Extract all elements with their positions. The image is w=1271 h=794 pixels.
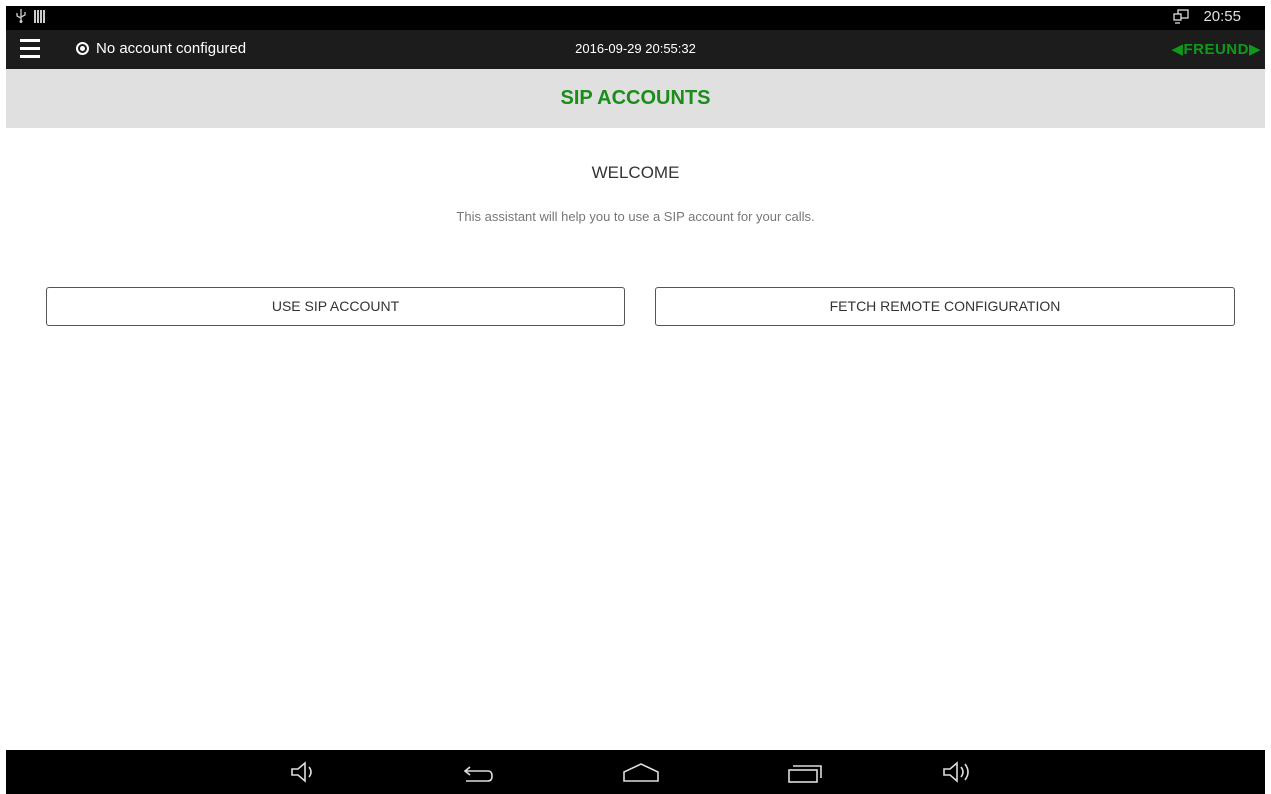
status-left: [16, 9, 46, 23]
title-bar: SIP ACCOUNTS: [6, 69, 1265, 128]
back-button[interactable]: [458, 759, 494, 787]
datetime: 2016-09-29 20:55:32: [575, 41, 696, 56]
usb-icon: [16, 9, 26, 23]
brand-logo: ◀FREUND▶: [1171, 41, 1261, 58]
volume-down-button[interactable]: [288, 759, 324, 787]
page-title: SIP ACCOUNTS: [560, 87, 711, 109]
volume-up-button[interactable]: [940, 759, 976, 787]
recents-icon: [788, 765, 822, 783]
status-bar: 20:55: [6, 6, 1265, 30]
app-bar: No account configured 2016-09-29 20:55:3…: [6, 30, 1265, 69]
navigation-bar: [6, 750, 1265, 794]
volume-down-icon: [291, 761, 312, 783]
back-icon: [463, 766, 493, 782]
welcome-heading: WELCOME: [591, 163, 680, 182]
fetch-remote-configuration-button[interactable]: FETCH REMOTE CONFIGURATION: [655, 287, 1235, 326]
status-time: 20:55: [1203, 8, 1241, 25]
home-icon: [623, 763, 659, 782]
signal-bars-icon: [34, 9, 45, 23]
screen-mirror-icon: [1173, 9, 1190, 24]
welcome-description: This assistant will help you to use a SI…: [456, 209, 815, 224]
use-sip-account-button[interactable]: USE SIP ACCOUNT: [46, 287, 625, 326]
volume-up-icon: [943, 761, 969, 783]
home-button[interactable]: [621, 759, 659, 787]
status-right: 20:55: [1173, 8, 1241, 25]
recents-button[interactable]: [784, 759, 822, 787]
